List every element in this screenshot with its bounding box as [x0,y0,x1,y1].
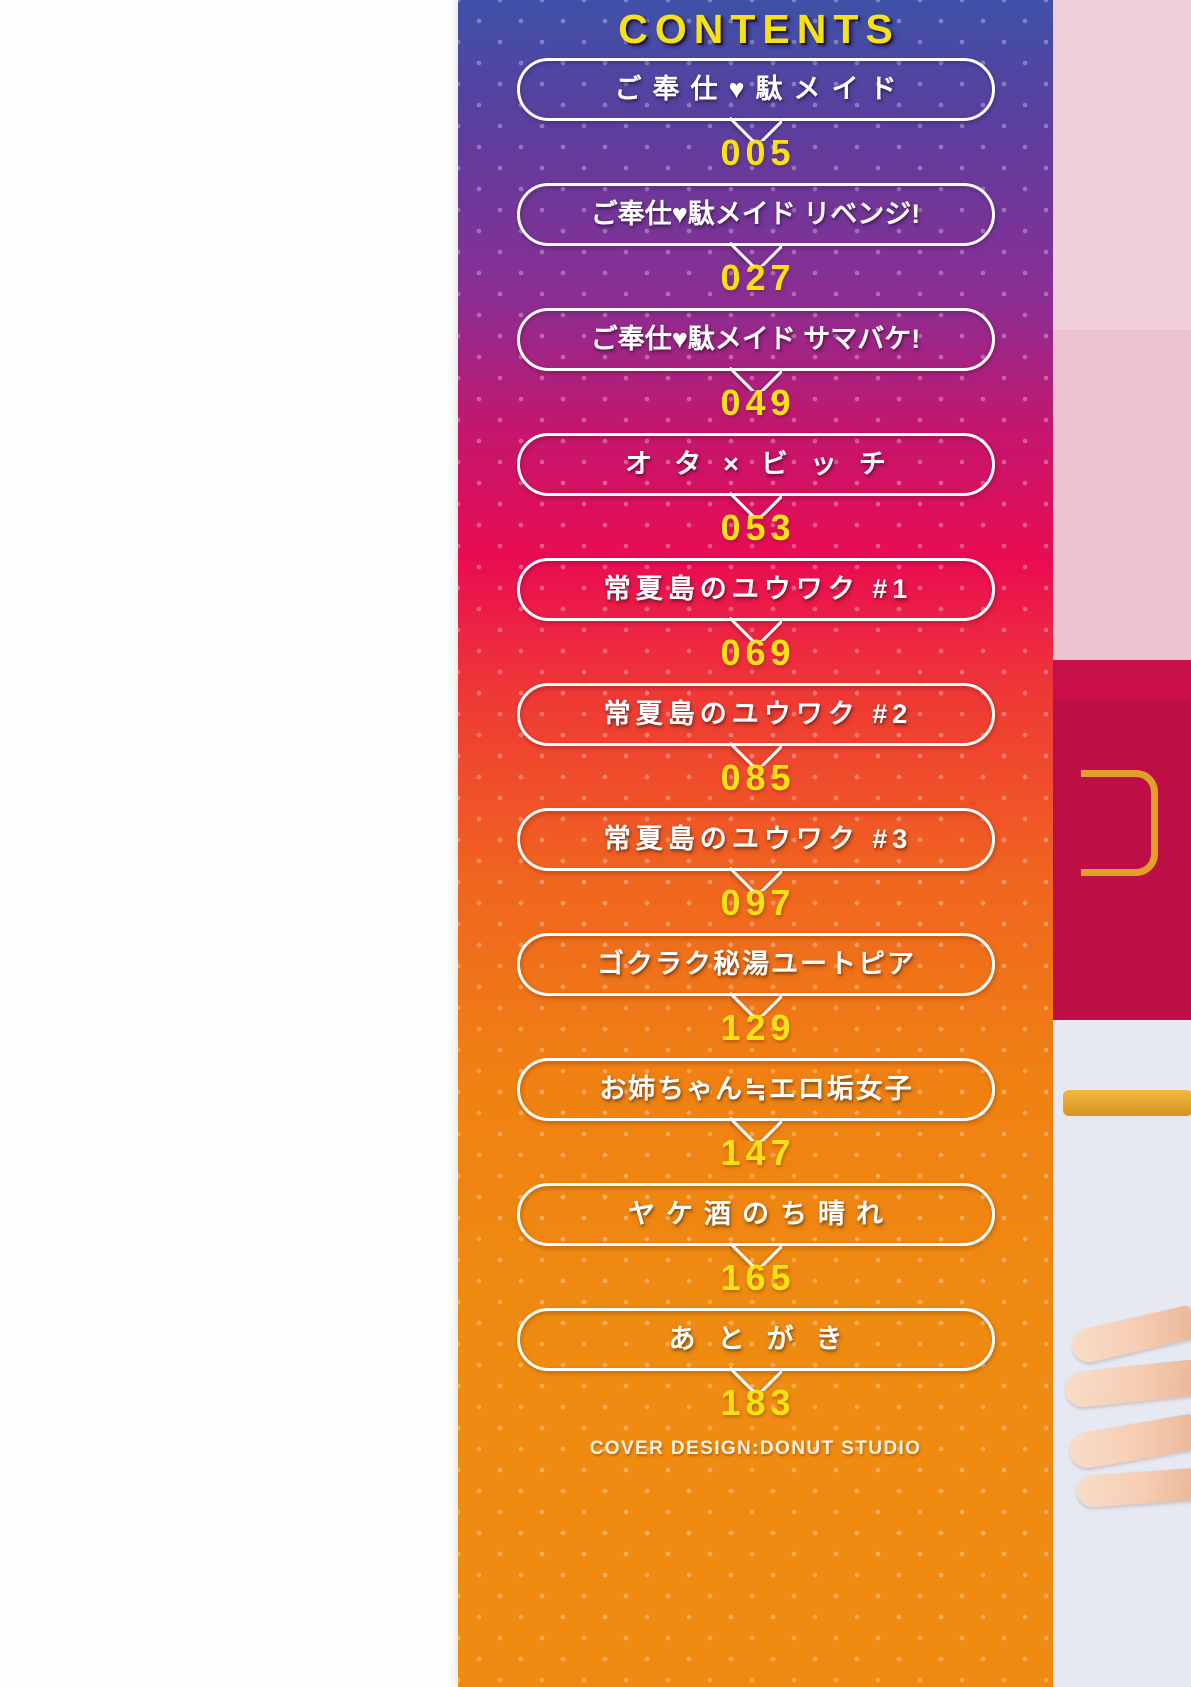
entry-pill-outline: 常夏島のユウワク #2 [516,683,995,746]
entry-pill[interactable]: オタ×ビッチ [516,433,995,496]
entry-title: 常夏島のユウワク #3 [603,824,913,854]
entry-pill-outline: ご奉仕♥駄メイド [516,58,995,121]
entry-title: ご奉仕♥駄メイド [614,74,908,104]
entry-title: 常夏島のユウワク #1 [603,574,913,604]
finger-illustration [1076,1467,1191,1509]
entry-pill-outline: オタ×ビッチ [516,433,995,496]
entry-page-number: 049 [720,382,796,423]
entry-pill-outline: 常夏島のユウワク #3 [516,808,995,871]
entry-pill-outline: ヤケ酒のち晴れ [516,1183,995,1246]
page-title: CONTENTS [618,6,900,52]
entry-page-number: 147 [720,1132,796,1173]
entry-page-number: 069 [720,632,796,673]
entry-title: オタ×ビッチ [625,449,908,479]
entry-pill-outline: ゴクラク秘湯ユートピア [516,933,995,996]
entry-pill[interactable]: ご奉仕♥駄メイド リベンジ! [516,183,995,246]
entry-page-number: 165 [720,1257,796,1298]
entry-page-number: 097 [720,882,796,923]
entry-pill[interactable]: 常夏島のユウワク #2 [516,683,995,746]
contents-entry[interactable]: ヤケ酒のち晴れ 165 [458,1183,1053,1308]
entry-pill-outline: 常夏島のユウワク #1 [516,558,995,621]
contents-entry[interactable]: 常夏島のユウワク #2 085 [458,683,1053,808]
contents-entry[interactable]: あとがき 183 [458,1308,1053,1433]
entry-pill[interactable]: 常夏島のユウワク #3 [516,808,995,871]
finger-illustration [1068,1304,1191,1366]
entry-pill-outline: ご奉仕♥駄メイド サマバケ! [516,308,995,371]
contents-entry[interactable]: ご奉仕♥駄メイド サマバケ! 049 [458,308,1053,433]
entry-title: ゴクラク秘湯ユートピア [597,949,916,979]
entry-page-number: 027 [720,257,796,298]
finger-illustration [1066,1413,1191,1471]
contents-list: ご奉仕♥駄メイド 005 ご奉仕♥駄メイド リベンジ! 027 ご奉仕♥駄メイド サマバ… [458,58,1053,1433]
entry-pill[interactable]: 常夏島のユウワク #1 [516,558,995,621]
entry-pill[interactable]: お姉ちゃん≒エロ垢女子 [516,1058,995,1121]
cover-design-credit: COVER DESIGN:DONUT STUDIO [589,1438,922,1459]
page-background: CONTENTS ご奉仕♥駄メイド 005 ご奉仕♥駄メイド リベンジ! 027 ご奉仕… [0,0,1191,1687]
contents-entry[interactable]: オタ×ビッチ 053 [458,433,1053,558]
entry-page-number: 129 [720,1007,796,1048]
entry-pill[interactable]: あとがき [516,1308,995,1371]
entry-pill-outline: あとがき [516,1308,995,1371]
contents-entry[interactable]: ご奉仕♥駄メイド 005 [458,58,1053,183]
entry-page-number: 183 [720,1382,796,1423]
contents-entry[interactable]: お姉ちゃん≒エロ垢女子 147 [458,1058,1053,1183]
entry-pill[interactable]: ご奉仕♥駄メイド サマバケ! [516,308,995,371]
entry-pill[interactable]: ゴクラク秘湯ユートピア [516,933,995,996]
entry-title: あとがき [668,1324,865,1354]
entry-pill[interactable]: ヤケ酒のち晴れ [516,1183,995,1246]
entry-title: ご奉仕♥駄メイド リベンジ! [590,199,921,229]
contents-entry[interactable]: 常夏島のユウワク #3 097 [458,808,1053,933]
entry-title: ヤケ酒のち晴れ [628,1199,894,1229]
finger-illustration [1063,1359,1191,1409]
entry-page-number: 053 [720,507,796,548]
entry-pill[interactable]: ご奉仕♥駄メイド [516,58,995,121]
entry-page-number: 005 [720,132,796,173]
entry-title: ご奉仕♥駄メイド サマバケ! [590,324,921,354]
entry-pill-outline: ご奉仕♥駄メイド リベンジ! [516,183,995,246]
entry-pill-outline: お姉ちゃん≒エロ垢女子 [516,1058,995,1121]
entry-title: 常夏島のユウワク #2 [603,699,913,729]
contents-entry[interactable]: 常夏島のユウワク #1 069 [458,558,1053,683]
contents-entry[interactable]: ゴクラク秘湯ユートピア 129 [458,933,1053,1058]
contents-entry[interactable]: ご奉仕♥駄メイド リベンジ! 027 [458,183,1053,308]
entry-page-number: 085 [720,757,796,798]
gold-clasp-decoration [1081,770,1158,876]
cover-illustration-strip [1043,0,1191,1687]
table-of-contents-panel: CONTENTS ご奉仕♥駄メイド 005 ご奉仕♥駄メイド リベンジ! 027 ご奉仕… [458,0,1053,1687]
gold-bar-decoration [1063,1090,1191,1116]
entry-title: お姉ちゃん≒エロ垢女子 [599,1074,914,1104]
